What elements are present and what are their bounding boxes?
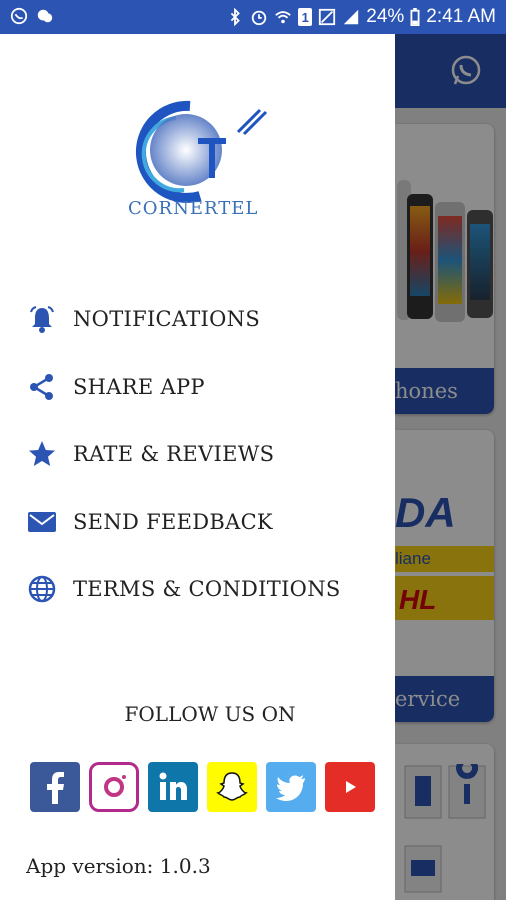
youtube-icon (346, 781, 356, 793)
logo-text: CORNERTEL (128, 198, 259, 219)
menu-label-notifications: NOTIFICATIONS (73, 307, 261, 331)
bluetooth-icon (226, 8, 244, 26)
battery-icon (410, 8, 420, 26)
globe-icon (27, 574, 57, 604)
call-icon (10, 7, 28, 25)
signal-off-icon (318, 8, 336, 26)
follow-us-label: FOLLOW US ON (124, 702, 296, 726)
menu-item-notifications[interactable]: NOTIFICATIONS (0, 290, 395, 348)
status-bar: 1 24% 2:41 AM (0, 0, 506, 34)
snapchat-icon (216, 772, 248, 801)
alarm-icon (250, 8, 268, 26)
twitter-icon (276, 775, 305, 801)
linkedin-button[interactable] (148, 762, 198, 812)
clock: 2:41 AM (426, 6, 496, 27)
menu-item-share[interactable]: SHARE APP (0, 358, 395, 416)
twitter-button[interactable] (266, 762, 316, 812)
menu-label-feedback: SEND FEEDBACK (73, 510, 273, 534)
social-links (30, 762, 375, 812)
mail-icon (27, 507, 57, 537)
signal-icon (342, 8, 360, 26)
linkedin-icon (159, 772, 187, 800)
bell-icon (27, 304, 57, 334)
instagram-button[interactable] (89, 762, 139, 812)
facebook-button[interactable] (30, 762, 80, 812)
star-icon (27, 439, 57, 469)
snapchat-button[interactable] (207, 762, 257, 812)
app-version: App version: 1.0.3 (26, 854, 211, 878)
navigation-drawer: CORNERTEL NOTIFICATIONS SHARE APP RATE &… (0, 34, 395, 900)
share-icon (27, 372, 57, 402)
menu-item-terms[interactable]: TERMS & CONDITIONS (0, 560, 395, 618)
wifi-icon (274, 8, 292, 26)
wechat-icon (36, 7, 54, 25)
menu-item-rate[interactable]: RATE & REVIEWS (0, 425, 395, 483)
menu-item-feedback[interactable]: SEND FEEDBACK (0, 493, 395, 551)
sim-icon: 1 (298, 8, 313, 26)
menu-label-terms: TERMS & CONDITIONS (73, 577, 341, 601)
instagram-icon (104, 775, 126, 797)
youtube-button[interactable] (325, 762, 375, 812)
battery-percent: 24% (366, 6, 405, 27)
facebook-icon (47, 772, 64, 804)
menu-label-share: SHARE APP (73, 375, 205, 399)
menu-label-rate: RATE & REVIEWS (73, 442, 275, 466)
scrim-overlay[interactable] (395, 34, 506, 900)
